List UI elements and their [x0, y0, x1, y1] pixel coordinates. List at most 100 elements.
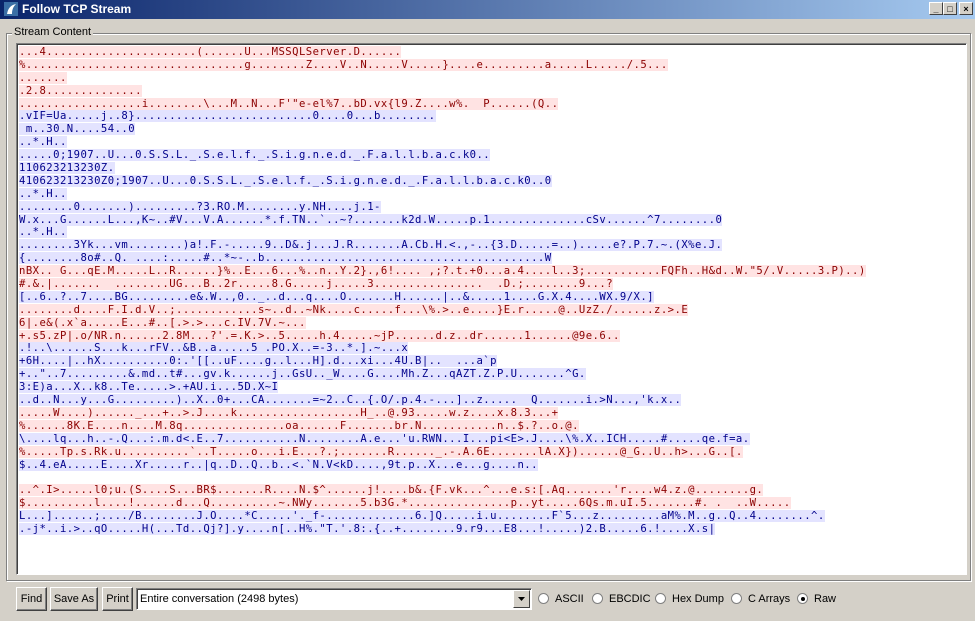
stream-line: .!..\......S...k...rFV..&B..a.....5 .PO.… — [19, 342, 866, 355]
dropdown-arrow-button[interactable] — [513, 590, 530, 608]
server-payload: ..*.H.. — [19, 136, 67, 149]
stream-line: ..*.H.. — [19, 226, 866, 239]
stream-line: ........0.......).........?3.RO.M.......… — [19, 200, 866, 214]
client-payload: .2.8.............. — [19, 84, 142, 97]
server-payload: +6H....|..hX..........0:.'[[..uF....g..l… — [19, 355, 497, 368]
client-payload: +.s5.zP|.o/NR.n......2.8M...?'.=.K.>..5.… — [19, 329, 620, 342]
stream-line: m..30.N....54..0 — [19, 123, 866, 136]
radio-hex-dump[interactable]: Hex Dump — [655, 592, 725, 606]
save-as-button[interactable]: Save As — [50, 587, 98, 611]
radio-button-icon[interactable] — [655, 593, 666, 604]
radio-label: C Arrays — [748, 593, 791, 605]
client-payload: .....W....)......_...+..>.J....k........… — [19, 406, 559, 419]
server-payload: 110623213230Z. — [19, 162, 115, 175]
title-bar[interactable]: Follow TCP Stream _ □ × — [0, 0, 975, 19]
client-payload: %......8K.E....n....M.8q...............o… — [19, 419, 579, 432]
find-button[interactable]: Find — [16, 587, 47, 611]
server-payload: ..d..N...y...G.........)..X..0+...CA....… — [19, 394, 682, 407]
radio-label: Raw — [814, 593, 837, 605]
stream-line: ..*.H.. — [19, 187, 866, 201]
server-payload: ..*.H.. — [19, 187, 67, 200]
client-payload: ...4......................(......U...MSS… — [19, 46, 402, 58]
stream-line: .2.8.............. — [19, 84, 866, 98]
server-payload: $..4.eA.....E....Xr.....r..|q..D..Q..b..… — [19, 458, 538, 471]
stream-line: ..^.I>.....l0;u.(S....S...BR$.......R...… — [19, 484, 866, 497]
wireshark-fin-icon — [4, 2, 18, 16]
server-payload: \....lq...h..-.Q...:.m.d<.E..7..........… — [19, 432, 750, 445]
stream-line: [..6..?..7....BG.........e&.W..,0.._..d.… — [19, 290, 866, 304]
stream-line: $..4.eA.....E....Xr.....r..|q..D..Q..b..… — [19, 458, 866, 472]
stream-line: +.."..7.........&.md..t#...gv.k......j..… — [19, 368, 866, 381]
stream-line: ..d..N...y...G.........)..X..0+...CA....… — [19, 394, 866, 407]
stream-line: +6H....|..hX..........0:.'[[..uF....g..l… — [19, 355, 866, 368]
stream-line: {........8o#..Q. ....:.....#..*~-..b....… — [19, 252, 866, 265]
radio-ebcdic[interactable]: EBCDIC — [592, 592, 662, 606]
server-payload: ........0.......).........?3.RO.M.......… — [19, 200, 381, 213]
stream-text: ...4......................(......U...MSS… — [19, 46, 866, 536]
server-payload: W.x...G......L...,K~..#V...V.A......*.f.… — [19, 213, 723, 226]
stream-line: L...]......;..../B........J.O....*C.....… — [19, 510, 866, 523]
radio-label: ASCII — [555, 593, 584, 605]
stream-text-area[interactable]: ...4......................(......U...MSS… — [16, 43, 967, 575]
server-payload: 3:E)a...X..k8..Te.....>.+AU.i...5D.X~I — [19, 381, 279, 394]
stream-line: ..*.H.. — [19, 136, 866, 149]
server-payload: m..30.N....54..0 — [19, 123, 136, 136]
stream-line: #.&.|....... ........UG...B..2r.....8.G.… — [19, 278, 866, 291]
client-payload: 6|.e&(.x`a.....E...#..[.>.>...c.IV.7V.~.… — [19, 316, 306, 329]
stream-line: %.....Tp.s.Rk.u..........`..T.....o...i.… — [19, 445, 866, 459]
client-payload: %................................g......… — [19, 58, 668, 71]
radio-label: EBCDIC — [609, 593, 651, 605]
window-title: Follow TCP Stream — [22, 2, 132, 16]
stream-line: 110623213230Z. — [19, 162, 866, 175]
stream-line: \....lq...h..-.Q...:.m.d<.E..7..........… — [19, 432, 866, 446]
conversation-select-value: Entire conversation (2498 bytes) — [140, 593, 299, 605]
stream-line: ........3Yk...vm........)a!.F.-.....9..D… — [19, 239, 866, 252]
stream-content-label: Stream Content — [12, 26, 94, 38]
client-payload: #.&.|....... ........UG...B..2r.....8.G.… — [19, 278, 614, 291]
server-payload: .!..\......S...k...rFV..&B..a.....5 .PO.… — [19, 342, 409, 355]
server-payload: {........8o#..Q. ....:.....#..*~-..b....… — [19, 252, 552, 265]
stream-line: 6|.e&(.x`a.....E...#..[.>.>...c.IV.7V.~.… — [19, 316, 866, 330]
client-payload: $..........l....!......d...Q..........~.… — [19, 497, 791, 510]
stream-line: 3:E)a...X..k8..Te.....>.+AU.i...5D.X~I — [19, 381, 866, 394]
server-payload: L...]......;..../B........J.O....*C.....… — [19, 510, 825, 523]
stream-line: .....W....)......_...+..>.J....k........… — [19, 406, 866, 420]
stream-line: W.x...G......L...,K~..#V...V.A......*.f.… — [19, 213, 866, 227]
stream-line: .-j*..i.>..qO.....H(...Td..Qj?].y....n[.… — [19, 522, 866, 536]
radio-button-icon[interactable] — [592, 593, 603, 604]
maximize-button[interactable]: □ — [943, 2, 957, 15]
stream-line: ..................i........\...M..N...F'… — [19, 97, 866, 111]
stream-line: %......8K.E....n....M.8q...............o… — [19, 419, 866, 433]
radio-button-icon[interactable] — [797, 593, 808, 604]
server-payload: .-j*..i.>..qO.....H(...Td..Qj?].y....n[.… — [19, 522, 716, 535]
stream-line: nBX.. G...qE.M.....L..R......}%..E...6..… — [19, 265, 866, 278]
stream-line: .vIF=Ua.....j..8}.......................… — [19, 110, 866, 123]
client-payload: ..^.I>.....l0;u.(S....S...BR$.......R...… — [19, 484, 764, 497]
radio-button-icon[interactable] — [538, 593, 549, 604]
stream-line — [19, 471, 866, 484]
stream-line: +.s5.zP|.o/NR.n......2.8M...?'.=.K.>..5.… — [19, 329, 866, 343]
server-payload: ..*.H.. — [19, 226, 67, 239]
stream-line: %................................g......… — [19, 58, 866, 72]
minimize-button[interactable]: _ — [929, 2, 943, 15]
radio-c-arrays[interactable]: C Arrays — [731, 592, 801, 606]
stream-line: $..........l....!......d...Q..........~.… — [19, 497, 866, 510]
chevron-down-icon — [518, 597, 525, 601]
client-payload: nBX.. G...qE.M.....L..R......}%..E...6..… — [19, 265, 866, 278]
server-payload: 410623213230Z0;1907..U...0.S.S.L._.S.e.l… — [19, 174, 552, 187]
radio-raw[interactable]: Raw — [797, 592, 867, 606]
radio-button-icon[interactable] — [731, 593, 742, 604]
conversation-select[interactable]: Entire conversation (2498 bytes) — [136, 588, 532, 610]
server-payload: +.."..7.........&.md..t#...gv.k......j..… — [19, 368, 586, 381]
client-payload: ........d....F.I.d.V..;............s~..d… — [19, 303, 689, 316]
print-button[interactable]: Print — [102, 587, 133, 611]
server-payload: [..6..?..7....BG.........e&.W..,0.._..d.… — [19, 290, 655, 303]
stream-line: 410623213230Z0;1907..U...0.S.S.L._.S.e.l… — [19, 174, 866, 188]
radio-label: Hex Dump — [672, 593, 724, 605]
client-payload: ..................i........\...M..N...F'… — [19, 97, 559, 110]
server-payload: ........3Yk...vm........)a!.F.-.....9..D… — [19, 239, 723, 252]
client-payload: ....... — [19, 71, 67, 84]
stream-line: ...4......................(......U...MSS… — [19, 46, 866, 59]
client-payload: %.....Tp.s.Rk.u..........`..T.....o...i.… — [19, 445, 743, 458]
close-button[interactable]: × — [959, 2, 973, 15]
